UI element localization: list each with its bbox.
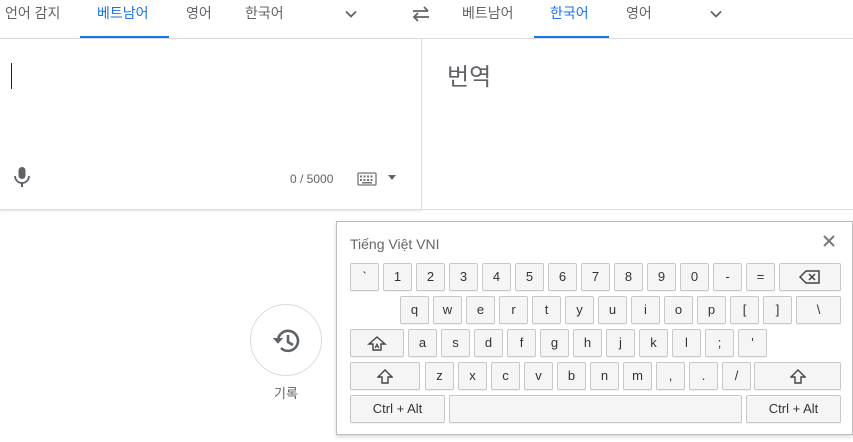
swap-arrows-icon[interactable]	[410, 4, 432, 24]
space-key[interactable]	[449, 395, 742, 423]
key[interactable]: v	[524, 362, 553, 390]
tab-target-english[interactable]: 영어	[626, 0, 652, 38]
key[interactable]: `	[350, 263, 379, 291]
target-tab-indicator	[534, 36, 609, 38]
key[interactable]: i	[631, 296, 660, 324]
key[interactable]: p	[697, 296, 726, 324]
key[interactable]: ]	[763, 296, 792, 324]
key[interactable]: '	[738, 329, 767, 357]
key[interactable]: d	[474, 329, 503, 357]
key[interactable]: /	[722, 362, 751, 390]
key[interactable]: r	[499, 296, 528, 324]
key[interactable]: a	[408, 329, 437, 357]
language-bar: 언어 감지 베트남어 영어 한국어 베트남어 한국어 영어	[0, 0, 853, 39]
key[interactable]: m	[623, 362, 652, 390]
key[interactable]: j	[606, 329, 635, 357]
key[interactable]: s	[441, 329, 470, 357]
key[interactable]: n	[590, 362, 619, 390]
key[interactable]: o	[664, 296, 693, 324]
keyboard-layout-title: Tiếng Việt VNI	[350, 236, 440, 252]
key[interactable]: e	[466, 296, 495, 324]
key[interactable]: [	[730, 296, 759, 324]
key[interactable]: ;	[705, 329, 734, 357]
microphone-icon[interactable]	[12, 166, 32, 188]
translation-placeholder: 번역	[447, 64, 492, 91]
key[interactable]: f	[507, 329, 536, 357]
key[interactable]: l	[672, 329, 701, 357]
key[interactable]: g	[540, 329, 569, 357]
key[interactable]: 9	[647, 263, 676, 291]
key[interactable]: b	[557, 362, 586, 390]
source-tab-indicator	[80, 36, 169, 38]
key[interactable]: y	[565, 296, 594, 324]
key[interactable]: 3	[449, 263, 478, 291]
key[interactable]: k	[639, 329, 668, 357]
key[interactable]: 8	[614, 263, 643, 291]
key[interactable]: x	[458, 362, 487, 390]
key[interactable]: u	[598, 296, 627, 324]
caps-lock-icon	[367, 336, 387, 351]
key[interactable]: h	[573, 329, 602, 357]
key[interactable]: 2	[416, 263, 445, 291]
key[interactable]: \	[796, 296, 841, 324]
key[interactable]: 6	[548, 263, 577, 291]
key[interactable]: .	[689, 362, 718, 390]
close-icon[interactable]	[822, 234, 836, 248]
key[interactable]: q	[400, 296, 429, 324]
shift-icon	[377, 369, 393, 384]
key[interactable]: 1	[383, 263, 412, 291]
caps-lock-key[interactable]	[350, 329, 404, 357]
key[interactable]: 5	[515, 263, 544, 291]
chevron-down-icon[interactable]	[343, 6, 359, 22]
backspace-key[interactable]	[779, 263, 841, 291]
keyboard-icon[interactable]	[357, 172, 377, 186]
key[interactable]: 4	[482, 263, 511, 291]
history-label: 기록	[274, 386, 298, 401]
key[interactable]: 7	[581, 263, 610, 291]
tab-target-korean[interactable]: 한국어	[550, 0, 589, 38]
key[interactable]: -	[713, 263, 742, 291]
text-cursor	[11, 63, 12, 89]
key[interactable]: =	[746, 263, 775, 291]
ctrl-alt-right-key[interactable]: Ctrl + Alt	[746, 395, 841, 423]
translation-panel: 번역	[421, 39, 853, 210]
key[interactable]: t	[532, 296, 561, 324]
key[interactable]: 0	[680, 263, 709, 291]
source-text-area[interactable]: 0 / 5000	[0, 39, 421, 210]
chevron-down-icon[interactable]	[708, 6, 724, 22]
key[interactable]: c	[491, 362, 520, 390]
history-button[interactable]	[250, 304, 322, 376]
shift-left-key[interactable]	[350, 362, 420, 390]
virtual-keyboard: Tiếng Việt VNI ` 1 2 3 4 5 6 7 8 9 0 - =…	[336, 221, 853, 435]
tab-source-korean[interactable]: 한국어	[245, 0, 284, 38]
key[interactable]: w	[433, 296, 462, 324]
shift-icon	[789, 369, 806, 384]
shift-right-key[interactable]	[754, 362, 841, 390]
tab-source-english[interactable]: 영어	[186, 0, 212, 38]
key[interactable]: ,	[656, 362, 685, 390]
keyboard-menu-caret-icon[interactable]	[387, 173, 397, 181]
ctrl-alt-left-key[interactable]: Ctrl + Alt	[350, 395, 445, 423]
tab-source-vietnamese[interactable]: 베트남어	[97, 0, 149, 38]
history-icon	[273, 329, 300, 353]
tab-detect-language[interactable]: 언어 감지	[5, 0, 60, 38]
key[interactable]: z	[425, 362, 454, 390]
tab-target-vietnamese[interactable]: 베트남어	[462, 0, 514, 38]
backspace-icon	[799, 270, 820, 284]
character-count: 0 / 5000	[290, 172, 334, 186]
